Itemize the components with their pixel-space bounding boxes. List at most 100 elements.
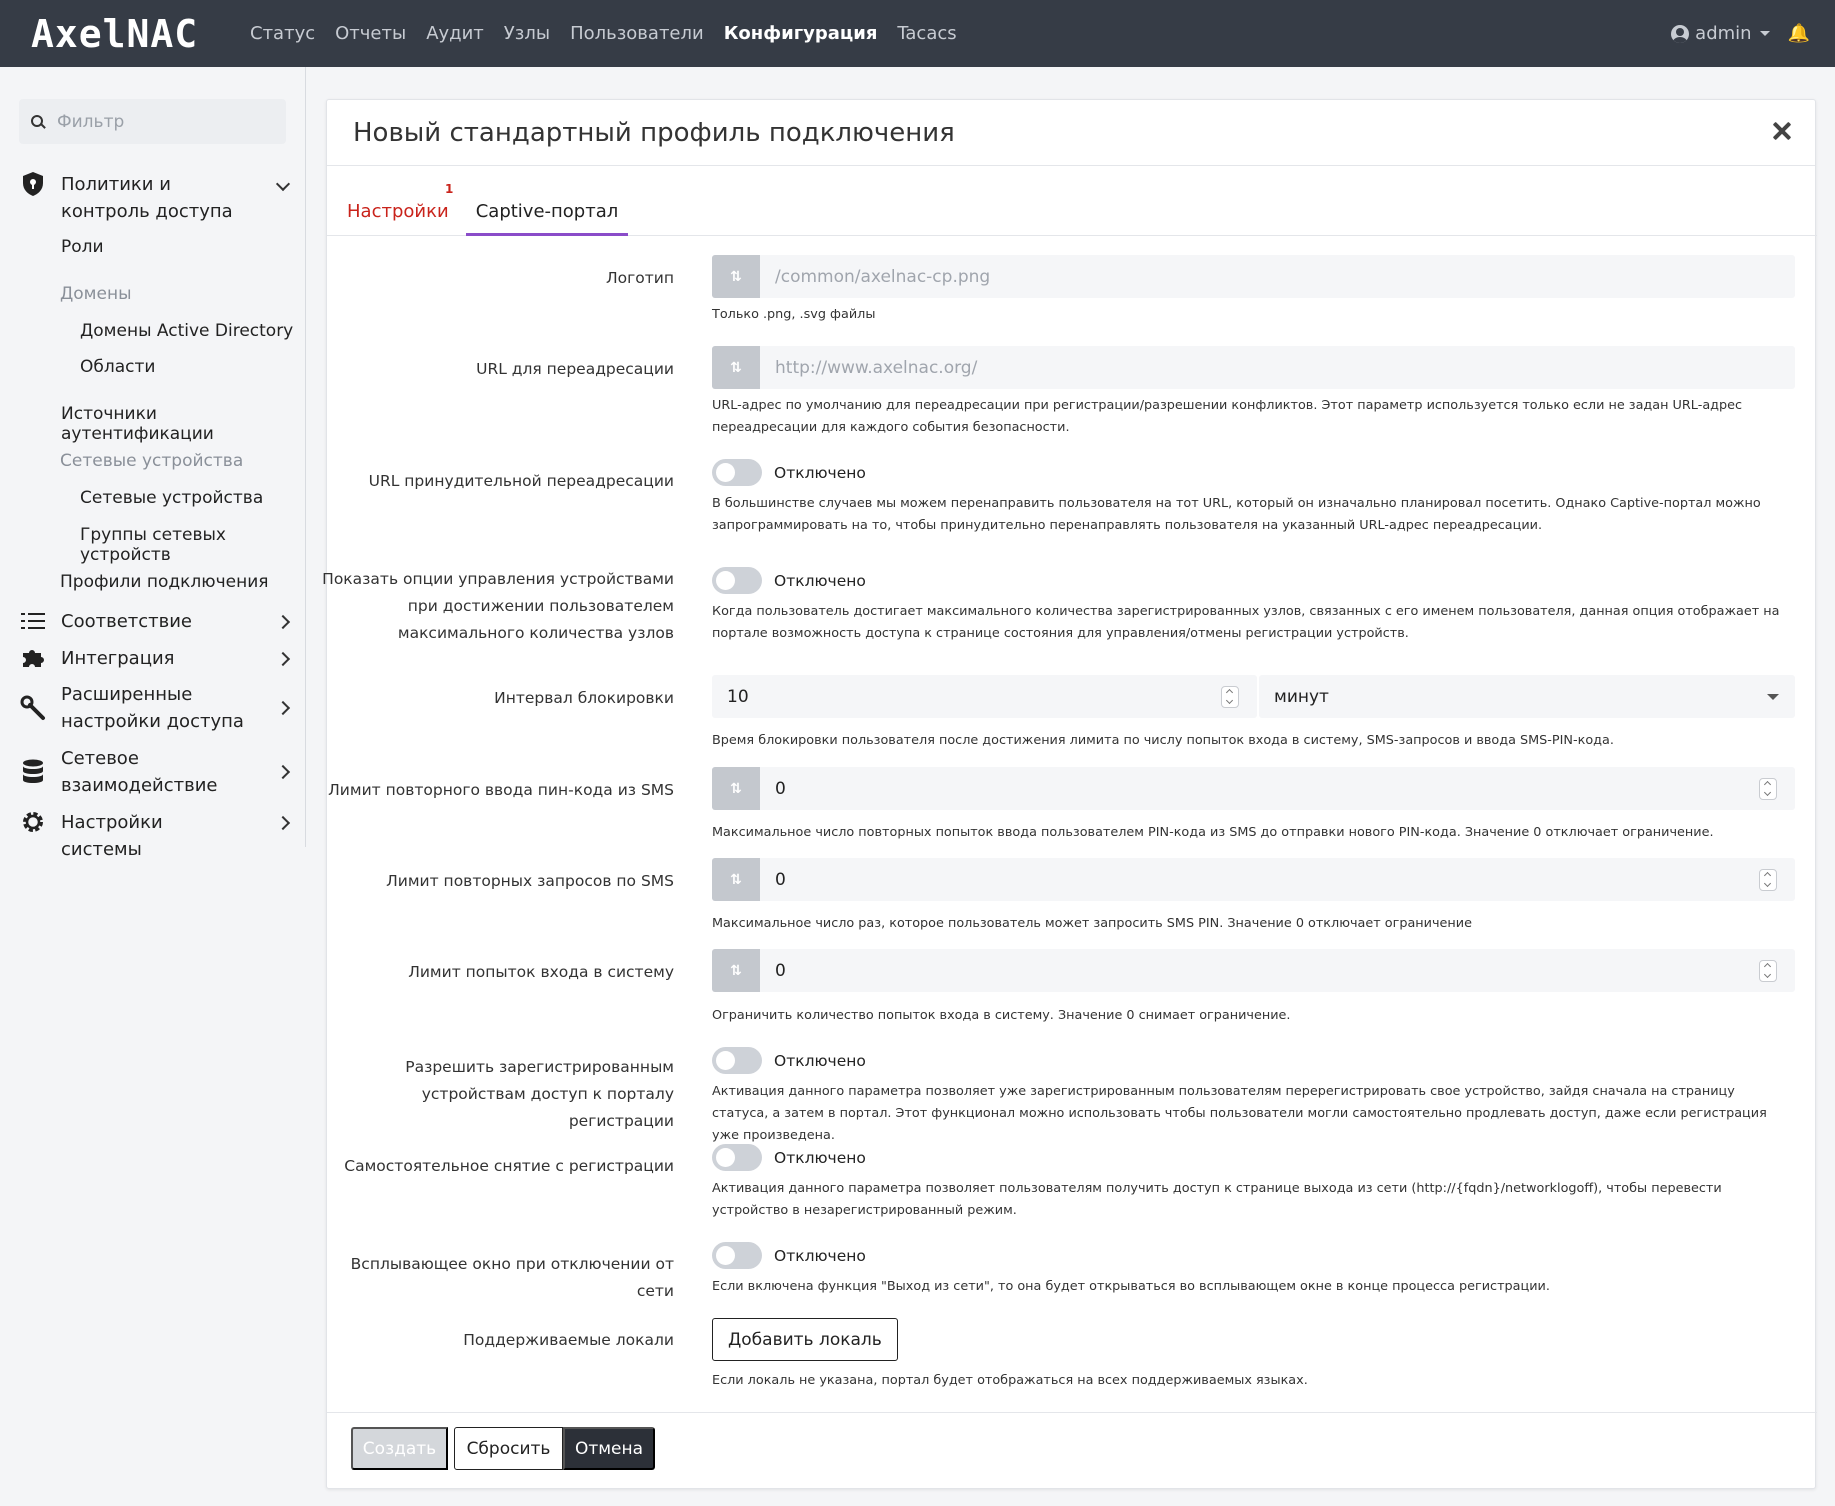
sms-request-input[interactable]: 0 (775, 870, 786, 890)
sidebar-group-advanced-access[interactable]: Расширенные настройки доступа (0, 681, 300, 735)
sidebar-group-networking[interactable]: Сетевое взаимодействие (0, 745, 300, 799)
tab-captive-portal[interactable]: Captive-портал (466, 166, 628, 236)
sidebar-group-integration[interactable]: Интеграция (0, 645, 300, 672)
sms-request-label: Лимит повторных запросов по SMS (386, 872, 674, 890)
self-unreg-toggle[interactable] (712, 1144, 762, 1171)
redirect-url-help: URL-адрес по умолчанию для переадресации… (712, 398, 1743, 435)
nav-nodes[interactable]: Узлы (504, 23, 550, 44)
logo-label: Логотип (605, 269, 674, 287)
chevron-right-icon (275, 651, 291, 667)
inherit-toggle-icon[interactable]: ⇅ (712, 767, 760, 810)
sidebar-group-label: Политики и контроль доступа (61, 174, 233, 222)
nav-users[interactable]: Пользователи (570, 23, 704, 44)
sidebar-group-system-settings[interactable]: Настройки системы (0, 809, 300, 863)
nav-right: admin 🔔 (1671, 23, 1810, 44)
sidebar: Политики и контроль доступа Роли Домены … (0, 67, 306, 860)
inherit-toggle-icon[interactable]: ⇅ (712, 346, 760, 389)
close-icon[interactable] (1769, 118, 1795, 144)
filter-input[interactable] (57, 111, 267, 132)
inherit-toggle-icon[interactable]: ⇅ (712, 255, 760, 298)
caret-down-icon (1767, 694, 1779, 700)
sidebar-header-network-devices: Сетевые устройства (60, 451, 244, 471)
gear-icon (20, 809, 46, 835)
nav-tacacs[interactable]: Tacacs (897, 23, 956, 44)
tab-settings[interactable]: Настройки (347, 166, 449, 236)
inherit-toggle-icon[interactable]: ⇅ (712, 949, 760, 992)
device-mgmt-toggle-row: Отключено (712, 567, 866, 594)
self-unreg-toggle-row: Отключено (712, 1144, 866, 1171)
sidebar-item-auth-sources[interactable]: Источники аутентификации (61, 404, 305, 444)
device-mgmt-help: Когда пользователь достигает максимально… (712, 604, 1780, 641)
sidebar-item-ad-domains[interactable]: Домены Active Directory (80, 321, 293, 341)
modal-title: Новый стандартный профиль подключения (353, 117, 955, 148)
sidebar-item-realms[interactable]: Области (80, 357, 155, 377)
login-attempts-input[interactable]: 0 (775, 961, 786, 981)
spinner-icon[interactable] (1759, 778, 1777, 800)
cancel-button[interactable]: Отмена (563, 1427, 655, 1470)
force-redirect-toggle-row: Отключено (712, 459, 866, 486)
puzzle-icon (20, 645, 46, 671)
block-interval-unit-select[interactable]: минут (1259, 675, 1795, 718)
logo-field: ⇅ /common/axelnac-cp.png (712, 255, 1795, 298)
reset-button[interactable]: Сбросить (454, 1427, 563, 1470)
chevron-right-icon (275, 614, 291, 630)
locales-help: Если локаль не указана, портал будет ото… (712, 1373, 1308, 1388)
login-attempts-label: Лимит попыток входа в систему (408, 963, 674, 981)
redirect-url-field: ⇅ http://www.axelnac.org/ (712, 346, 1795, 389)
redirect-url-input[interactable]: http://www.axelnac.org/ (775, 358, 977, 378)
nav-configuration[interactable]: Конфигурация (724, 23, 878, 44)
logo-input[interactable]: /common/axelnac-cp.png (775, 267, 990, 287)
spinner-icon[interactable] (1221, 686, 1239, 708)
reg-access-toggle[interactable] (712, 1047, 762, 1074)
sidebar-header-domains: Домены (60, 284, 132, 304)
main-nav: Статус Отчеты Аудит Узлы Пользователи Ко… (250, 23, 977, 44)
nav-audit[interactable]: Аудит (426, 23, 484, 44)
device-mgmt-toggle[interactable] (712, 567, 762, 594)
modal-footer: Создать Сбросить Отмена (327, 1412, 1817, 1490)
user-name: admin (1695, 23, 1752, 44)
sms-request-field: ⇅ 0 (712, 858, 1795, 901)
unit-selected: минут (1274, 686, 1329, 707)
create-button[interactable]: Создать (351, 1427, 448, 1470)
spinner-icon[interactable] (1759, 869, 1777, 891)
nav-status[interactable]: Статус (250, 23, 315, 44)
logoff-popup-help: Если включена функция "Выход из сети", т… (712, 1279, 1550, 1294)
sidebar-group-compliance[interactable]: Соответствие (0, 608, 300, 635)
chevron-down-icon (275, 176, 291, 192)
login-attempts-help: Ограничить количество попыток входа в си… (712, 1008, 1291, 1023)
sidebar-item-connection-profiles[interactable]: Профили подключения (60, 572, 268, 592)
reg-access-label: Разрешить зарегистрированным устройствам… (405, 1058, 674, 1130)
block-interval-input[interactable]: 10 (727, 687, 749, 707)
logoff-popup-toggle-row: Отключено (712, 1242, 866, 1269)
brand-logo[interactable]: AxelNAC (31, 12, 221, 56)
sidebar-item-roles[interactable]: Роли (61, 237, 104, 257)
sms-request-help: Максимальное число раз, которое пользова… (712, 916, 1472, 931)
inherit-toggle-icon[interactable]: ⇅ (712, 858, 760, 901)
sidebar-group-label: Интеграция (61, 648, 175, 669)
toggle-state: Отключено (774, 1051, 866, 1070)
force-redirect-toggle[interactable] (712, 459, 762, 486)
logoff-popup-toggle[interactable] (712, 1242, 762, 1269)
shield-icon (20, 171, 46, 197)
search-icon (31, 114, 45, 129)
block-interval-label: Интервал блокировки (494, 689, 674, 707)
nav-reports[interactable]: Отчеты (335, 23, 406, 44)
force-redirect-help: В большинстве случаев мы можем перенапра… (712, 496, 1761, 533)
self-unreg-label: Самостоятельное снятие с регистрации (344, 1157, 674, 1175)
add-locale-button[interactable]: Добавить локаль (712, 1318, 898, 1361)
toggle-state: Отключено (774, 571, 866, 590)
sidebar-group-policies[interactable]: Политики и контроль доступа (0, 171, 300, 225)
sms-pin-retry-input[interactable]: 0 (775, 779, 786, 799)
sidebar-item-network-devices[interactable]: Сетевые устройства (80, 488, 263, 508)
login-attempts-field: ⇅ 0 (712, 949, 1795, 992)
logoff-popup-label: Всплывающее окно при отключении от сети (350, 1255, 674, 1300)
user-menu[interactable]: admin (1671, 23, 1770, 44)
caret-down-icon (1759, 31, 1770, 36)
sidebar-item-network-device-groups[interactable]: Группы сетевых устройств (80, 525, 305, 565)
sms-pin-retry-help: Максимальное число повторных попыток вво… (712, 825, 1714, 840)
block-interval-field: 10 (712, 675, 1257, 718)
device-mgmt-label: Показать опции управления устройствами п… (322, 570, 674, 642)
top-navbar: AxelNAC Статус Отчеты Аудит Узлы Пользов… (0, 0, 1835, 67)
bell-icon[interactable]: 🔔 (1788, 23, 1810, 44)
spinner-icon[interactable] (1759, 960, 1777, 982)
